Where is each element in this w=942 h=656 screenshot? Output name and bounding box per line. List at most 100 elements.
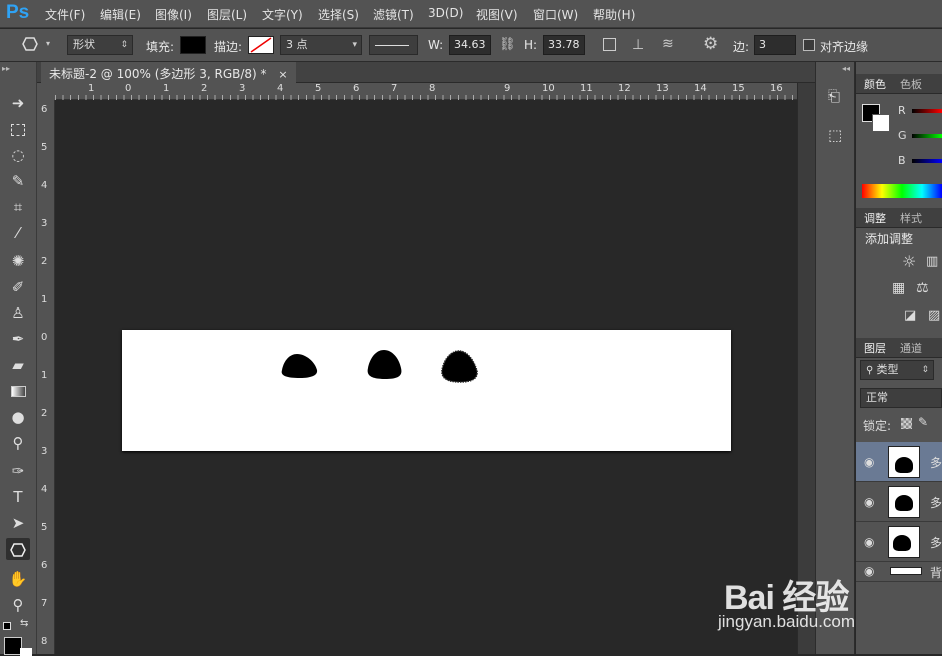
menu-view[interactable]: 视图(V) <box>476 6 518 23</box>
photo-filter-icon[interactable]: ◪ <box>904 308 916 323</box>
blend-mode-select[interactable]: 正常 <box>860 388 942 408</box>
background-color-swatch[interactable] <box>20 648 32 656</box>
path-alignment-icon[interactable]: ⊥ <box>632 37 644 53</box>
type-tool-icon[interactable]: T <box>6 486 30 508</box>
align-edges-checkbox[interactable] <box>803 39 815 51</box>
history-brush-tool-icon[interactable]: ✒ <box>6 328 30 350</box>
preset-chevron-down-icon[interactable]: ▾ <box>46 39 50 48</box>
gear-icon[interactable]: ⚙ <box>703 34 718 54</box>
polygon-tool-preset-icon[interactable] <box>22 36 38 52</box>
collapse-arrows-icon[interactable]: ◂◂ <box>842 64 850 73</box>
tab-adjustments[interactable]: 调整 <box>864 210 886 226</box>
height-input[interactable]: 33.78 <box>543 35 585 55</box>
clone-stamp-tool-icon[interactable]: ♙ <box>6 302 30 324</box>
layer-filter-select[interactable]: ⚲ 类型 ⇕ <box>860 360 934 380</box>
layer-row-selected[interactable]: ◉ 多 <box>856 442 942 482</box>
balance-icon[interactable]: ⚖ <box>916 280 929 296</box>
vertical-scrollbar[interactable] <box>797 83 815 654</box>
layer-name[interactable]: 背 <box>930 564 942 581</box>
ruler-label: 15 <box>732 83 745 94</box>
stroke-swatch[interactable] <box>248 36 274 54</box>
layer-name[interactable]: 多 <box>930 534 942 551</box>
levels-icon[interactable]: ▥ <box>926 254 938 269</box>
gradient-tool-icon[interactable] <box>6 380 30 402</box>
stroke-type-select[interactable] <box>369 35 418 55</box>
blur-tool-icon[interactable]: ● <box>6 406 30 428</box>
ruler-label: 12 <box>618 83 631 94</box>
path-selection-tool-icon[interactable]: ➤ <box>6 512 30 534</box>
zoom-tool-icon[interactable]: ⚲ <box>6 594 30 616</box>
channel-r-label: R <box>898 104 906 117</box>
menu-select[interactable]: 选择(S) <box>318 6 359 23</box>
layer-name[interactable]: 多 <box>930 494 942 511</box>
document-tab[interactable]: 未标题-2 @ 100% (多边形 3, RGB/8) * × <box>41 62 296 83</box>
lasso-tool-icon[interactable]: ◌ <box>6 144 30 166</box>
polygon-tool-icon[interactable] <box>6 538 30 560</box>
menu-image[interactable]: 图像(I) <box>155 6 192 23</box>
menu-filter[interactable]: 滤镜(T) <box>373 6 414 23</box>
vertical-ruler[interactable]: 6 5 4 3 2 1 0 1 2 3 4 5 6 7 8 <box>37 100 55 654</box>
eraser-tool-icon[interactable]: ▰ <box>6 354 30 376</box>
eyedropper-tool-icon[interactable]: ⁄ <box>6 222 30 244</box>
layer-row-background[interactable]: ◉ 背 <box>856 562 942 582</box>
horizontal-ruler[interactable]: 1 0 1 2 3 4 5 6 7 8 9 10 11 12 13 14 15 … <box>55 83 797 100</box>
dodge-tool-icon[interactable]: ⚲ <box>6 432 30 454</box>
brush-tool-icon[interactable]: ✐ <box>6 276 30 298</box>
vibrance-icon[interactable]: ▦ <box>892 280 905 296</box>
tab-swatches[interactable]: 色板 <box>900 76 922 92</box>
menu-type[interactable]: 文字(Y) <box>262 6 303 23</box>
width-input[interactable]: 34.63 <box>449 35 491 55</box>
marquee-tool-icon[interactable] <box>6 118 30 140</box>
menu-3d[interactable]: 3D(D) <box>428 6 463 20</box>
menu-help[interactable]: 帮助(H) <box>593 6 635 23</box>
quick-selection-tool-icon[interactable]: ✎ <box>6 170 30 192</box>
close-tab-button[interactable]: × <box>278 68 287 81</box>
lock-transparency-icon[interactable] <box>901 418 912 429</box>
channel-r-slider[interactable] <box>912 109 942 113</box>
collapse-arrows-icon[interactable]: ▸▸ <box>2 64 10 73</box>
tab-layers[interactable]: 图层 <box>864 340 886 356</box>
gradient-map-icon[interactable]: ▨ <box>928 308 940 323</box>
hand-tool-icon[interactable]: ✋ <box>6 568 30 590</box>
tab-channels[interactable]: 通道 <box>900 340 922 356</box>
brightness-icon[interactable]: ☼ <box>902 252 916 271</box>
pen-tool-icon[interactable]: ✑ <box>6 460 30 482</box>
ruler-label: 3 <box>41 218 48 229</box>
layer-row[interactable]: ◉ 多 <box>856 482 942 522</box>
channel-b-slider[interactable] <box>912 159 942 163</box>
background-color-swatch[interactable] <box>872 114 890 132</box>
layer-name[interactable]: 多 <box>930 454 942 471</box>
3d-panel-icon[interactable]: ⬚ <box>828 126 842 144</box>
layer-thumbnail <box>888 526 920 558</box>
history-panel-icon[interactable]: ⎗ <box>828 87 840 105</box>
channel-g-slider[interactable] <box>912 134 942 138</box>
menu-file[interactable]: 文件(F) <box>45 6 85 23</box>
tab-styles[interactable]: 样式 <box>900 210 922 226</box>
fill-swatch[interactable] <box>180 36 206 54</box>
tool-mode-select[interactable]: 形状 ⇕ <box>67 35 133 55</box>
menu-window[interactable]: 窗口(W) <box>533 6 578 23</box>
default-colors-icon[interactable] <box>3 622 11 630</box>
link-icon[interactable]: ⛓ <box>499 37 516 52</box>
eye-icon[interactable]: ◉ <box>864 535 874 549</box>
eye-icon[interactable]: ◉ <box>864 455 874 469</box>
path-operations-icon[interactable] <box>603 38 616 51</box>
move-tool-icon[interactable]: ➜ <box>6 92 30 114</box>
menu-layer[interactable]: 图层(L) <box>207 6 247 23</box>
swap-colors-icon[interactable]: ⇆ <box>20 618 28 629</box>
eye-icon[interactable]: ◉ <box>864 564 874 578</box>
lock-pixels-icon[interactable]: ✎ <box>918 415 928 429</box>
ruler-label: 9 <box>504 83 511 94</box>
crop-tool-icon[interactable]: ⌗ <box>6 196 30 218</box>
document-canvas[interactable] <box>122 330 731 451</box>
path-arrangement-icon[interactable]: ≋ <box>662 36 674 52</box>
stroke-width-field[interactable]: 3 点 ▾ <box>280 35 362 55</box>
eye-icon[interactable]: ◉ <box>864 495 874 509</box>
color-spectrum-bar[interactable] <box>862 184 942 198</box>
healing-brush-tool-icon[interactable]: ✺ <box>6 250 30 272</box>
layer-row[interactable]: ◉ 多 <box>856 522 942 562</box>
sides-input[interactable]: 3 <box>754 35 796 55</box>
menu-edit[interactable]: 编辑(E) <box>100 6 141 23</box>
tab-color[interactable]: 颜色 <box>864 76 886 92</box>
ruler-ticks <box>55 95 797 100</box>
